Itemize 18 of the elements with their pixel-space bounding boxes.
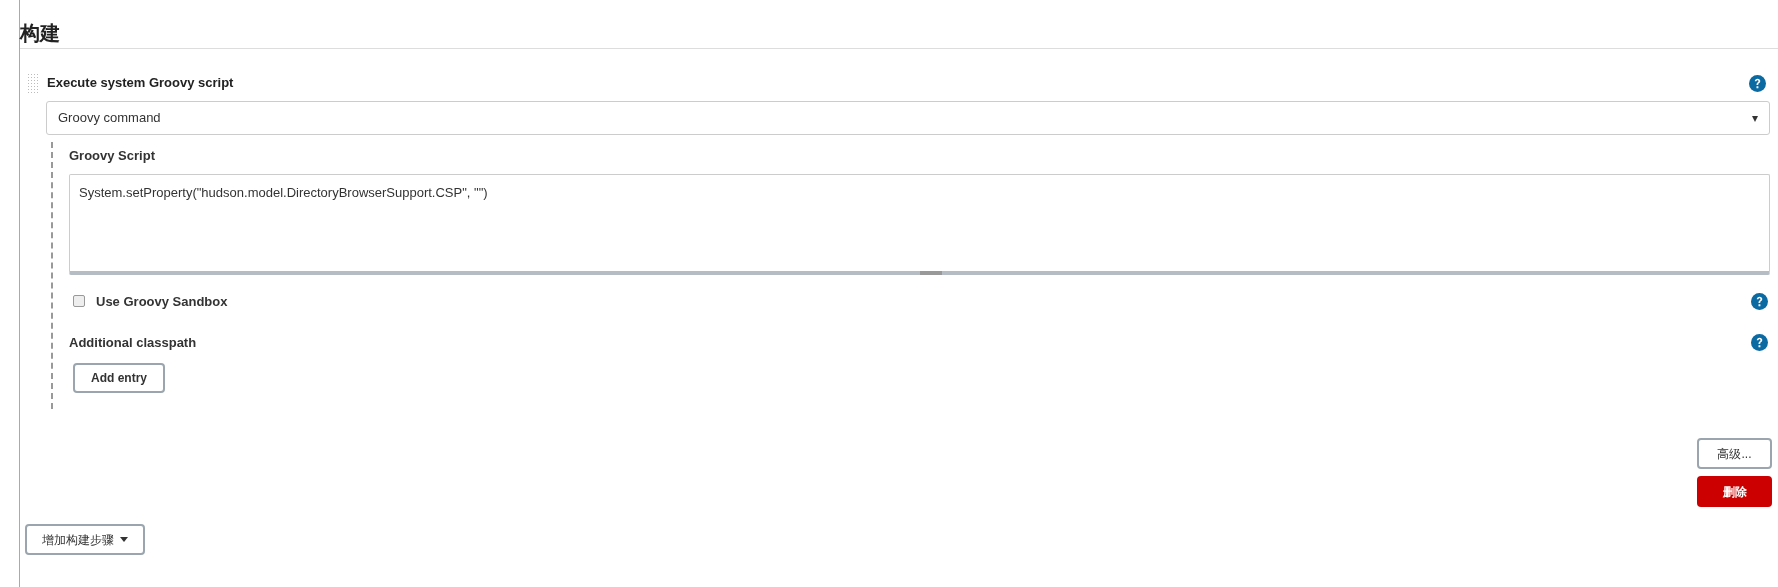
help-icon[interactable] (1749, 74, 1766, 92)
caret-icon (120, 537, 128, 542)
add-entry-button[interactable]: Add entry (73, 362, 165, 393)
select-field[interactable]: Groovy command ▾ (46, 101, 1770, 135)
help-icon[interactable] (1751, 334, 1768, 352)
delete-button[interactable]: 删除 (1697, 476, 1772, 507)
section-heading: 构建 (20, 21, 60, 46)
step-title: Execute system Groovy script (47, 74, 234, 93)
script-text: System.setProperty("hudson.model.DirectoryBrowserSupport.CSP", "") (79, 184, 488, 200)
add-step-button[interactable]: 增加构建步骤 (25, 524, 145, 555)
checkbox-label: Use Groovy Sandbox (96, 292, 228, 311)
advanced-button[interactable]: 高级... (1697, 438, 1772, 469)
script-field[interactable]: System.setProperty("hudson.model.DirectoryBrowserSupport.CSP", "") (69, 173, 1770, 275)
field-label: Additional classpath (69, 334, 197, 352)
sandbox-checkbox[interactable] (73, 295, 85, 308)
help-icon[interactable] (1751, 292, 1768, 310)
field-label: Groovy Script (69, 147, 155, 165)
resize-grip[interactable] (919, 270, 942, 275)
